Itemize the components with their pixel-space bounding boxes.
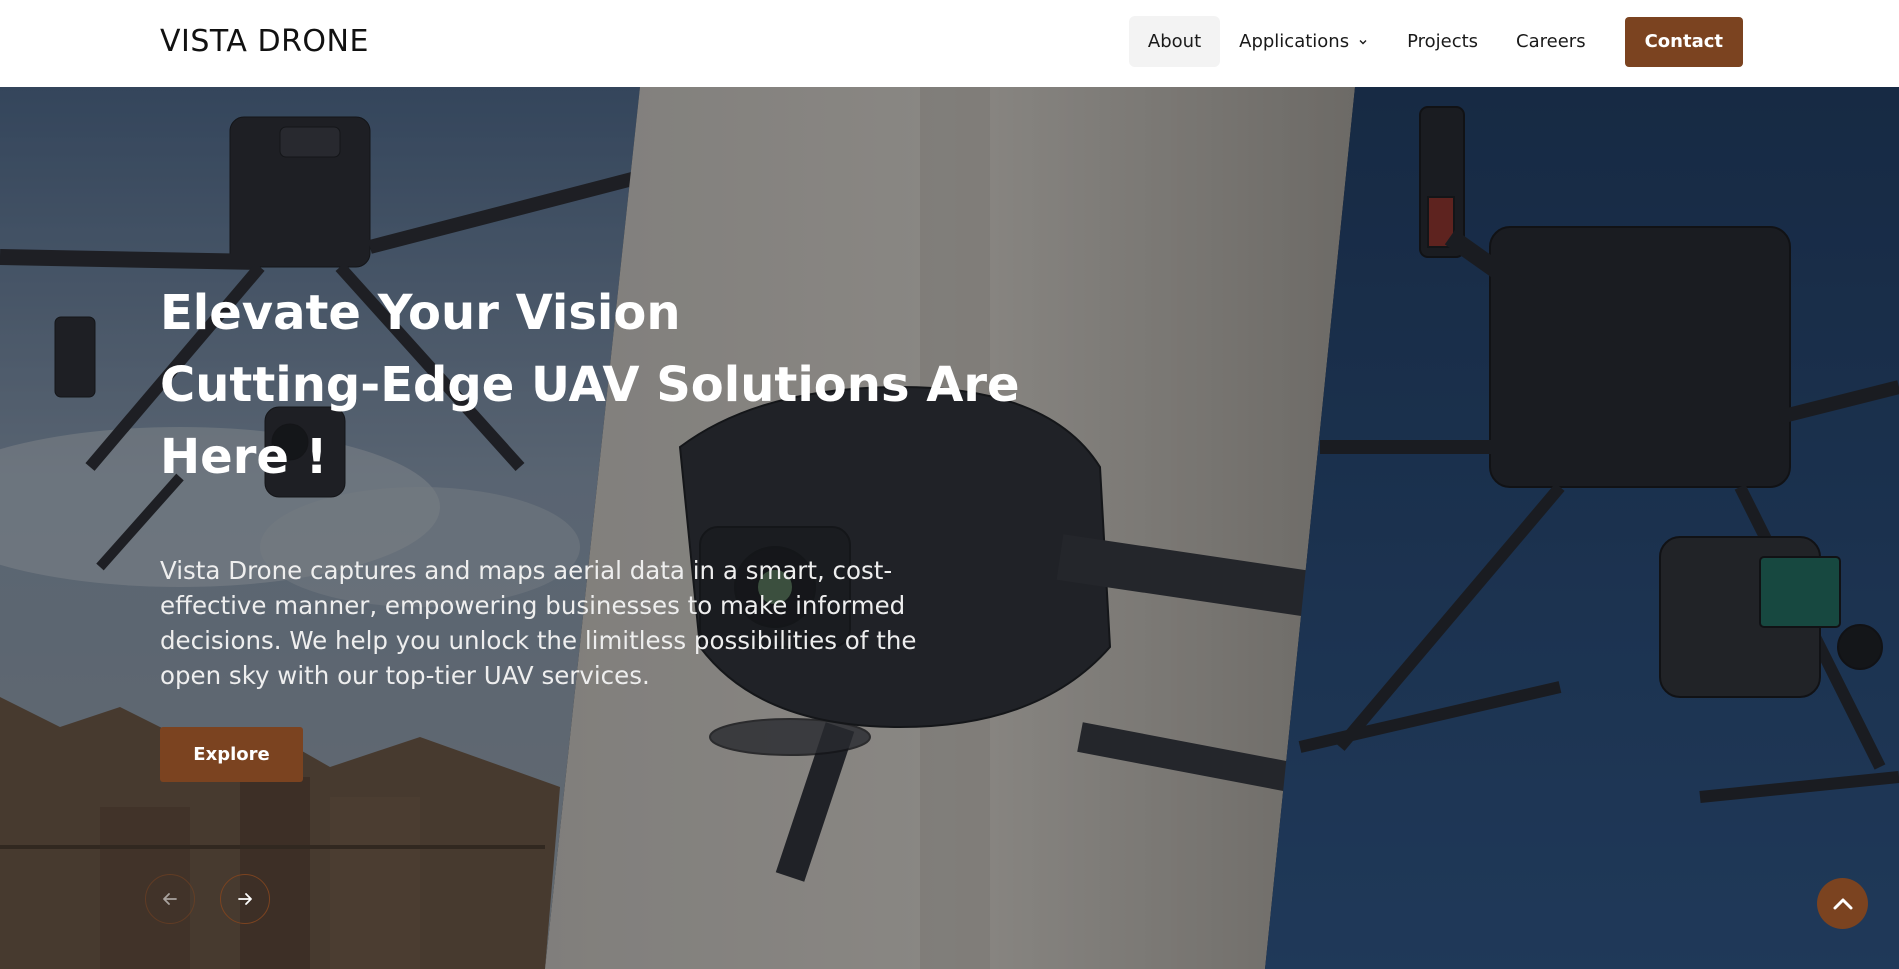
brand-logo[interactable]: VISTA DRONE [160, 24, 369, 59]
hero-content: Elevate Your Vision Cutting-Edge UAV Sol… [160, 277, 1060, 782]
arrow-right-icon [238, 893, 252, 905]
explore-button[interactable]: Explore [160, 727, 303, 782]
chevron-down-icon [1359, 39, 1367, 44]
hero-description: Vista Drone captures and maps aerial dat… [160, 556, 917, 690]
nav-item-careers[interactable]: Careers [1497, 16, 1605, 67]
nav-item-applications-label: Applications [1239, 31, 1350, 52]
chevron-up-icon [1833, 898, 1852, 909]
slider-next-button[interactable] [220, 874, 270, 924]
contact-button[interactable]: Contact [1624, 16, 1743, 67]
hero-headline-line-1: Elevate Your Vision [160, 285, 681, 341]
nav-item-about[interactable]: About [1128, 16, 1221, 67]
nav-item-projects[interactable]: Projects [1388, 16, 1497, 67]
hero-headline-line-2: Cutting-Edge UAV Solutions Are Here ! [160, 357, 1020, 485]
hero-banner: Elevate Your Vision Cutting-Edge UAV Sol… [0, 87, 1899, 969]
main-nav: About Applications Projects Careers Cont… [1128, 16, 1743, 67]
arrow-left-icon [163, 893, 177, 905]
nav-item-applications[interactable]: Applications [1220, 16, 1388, 67]
scroll-to-top-button[interactable] [1817, 878, 1868, 929]
top-navbar: VISTA DRONE About Applications Projects … [0, 0, 1899, 87]
hero-headline: Elevate Your Vision Cutting-Edge UAV Sol… [160, 277, 1060, 493]
slider-prev-button[interactable] [145, 874, 195, 924]
